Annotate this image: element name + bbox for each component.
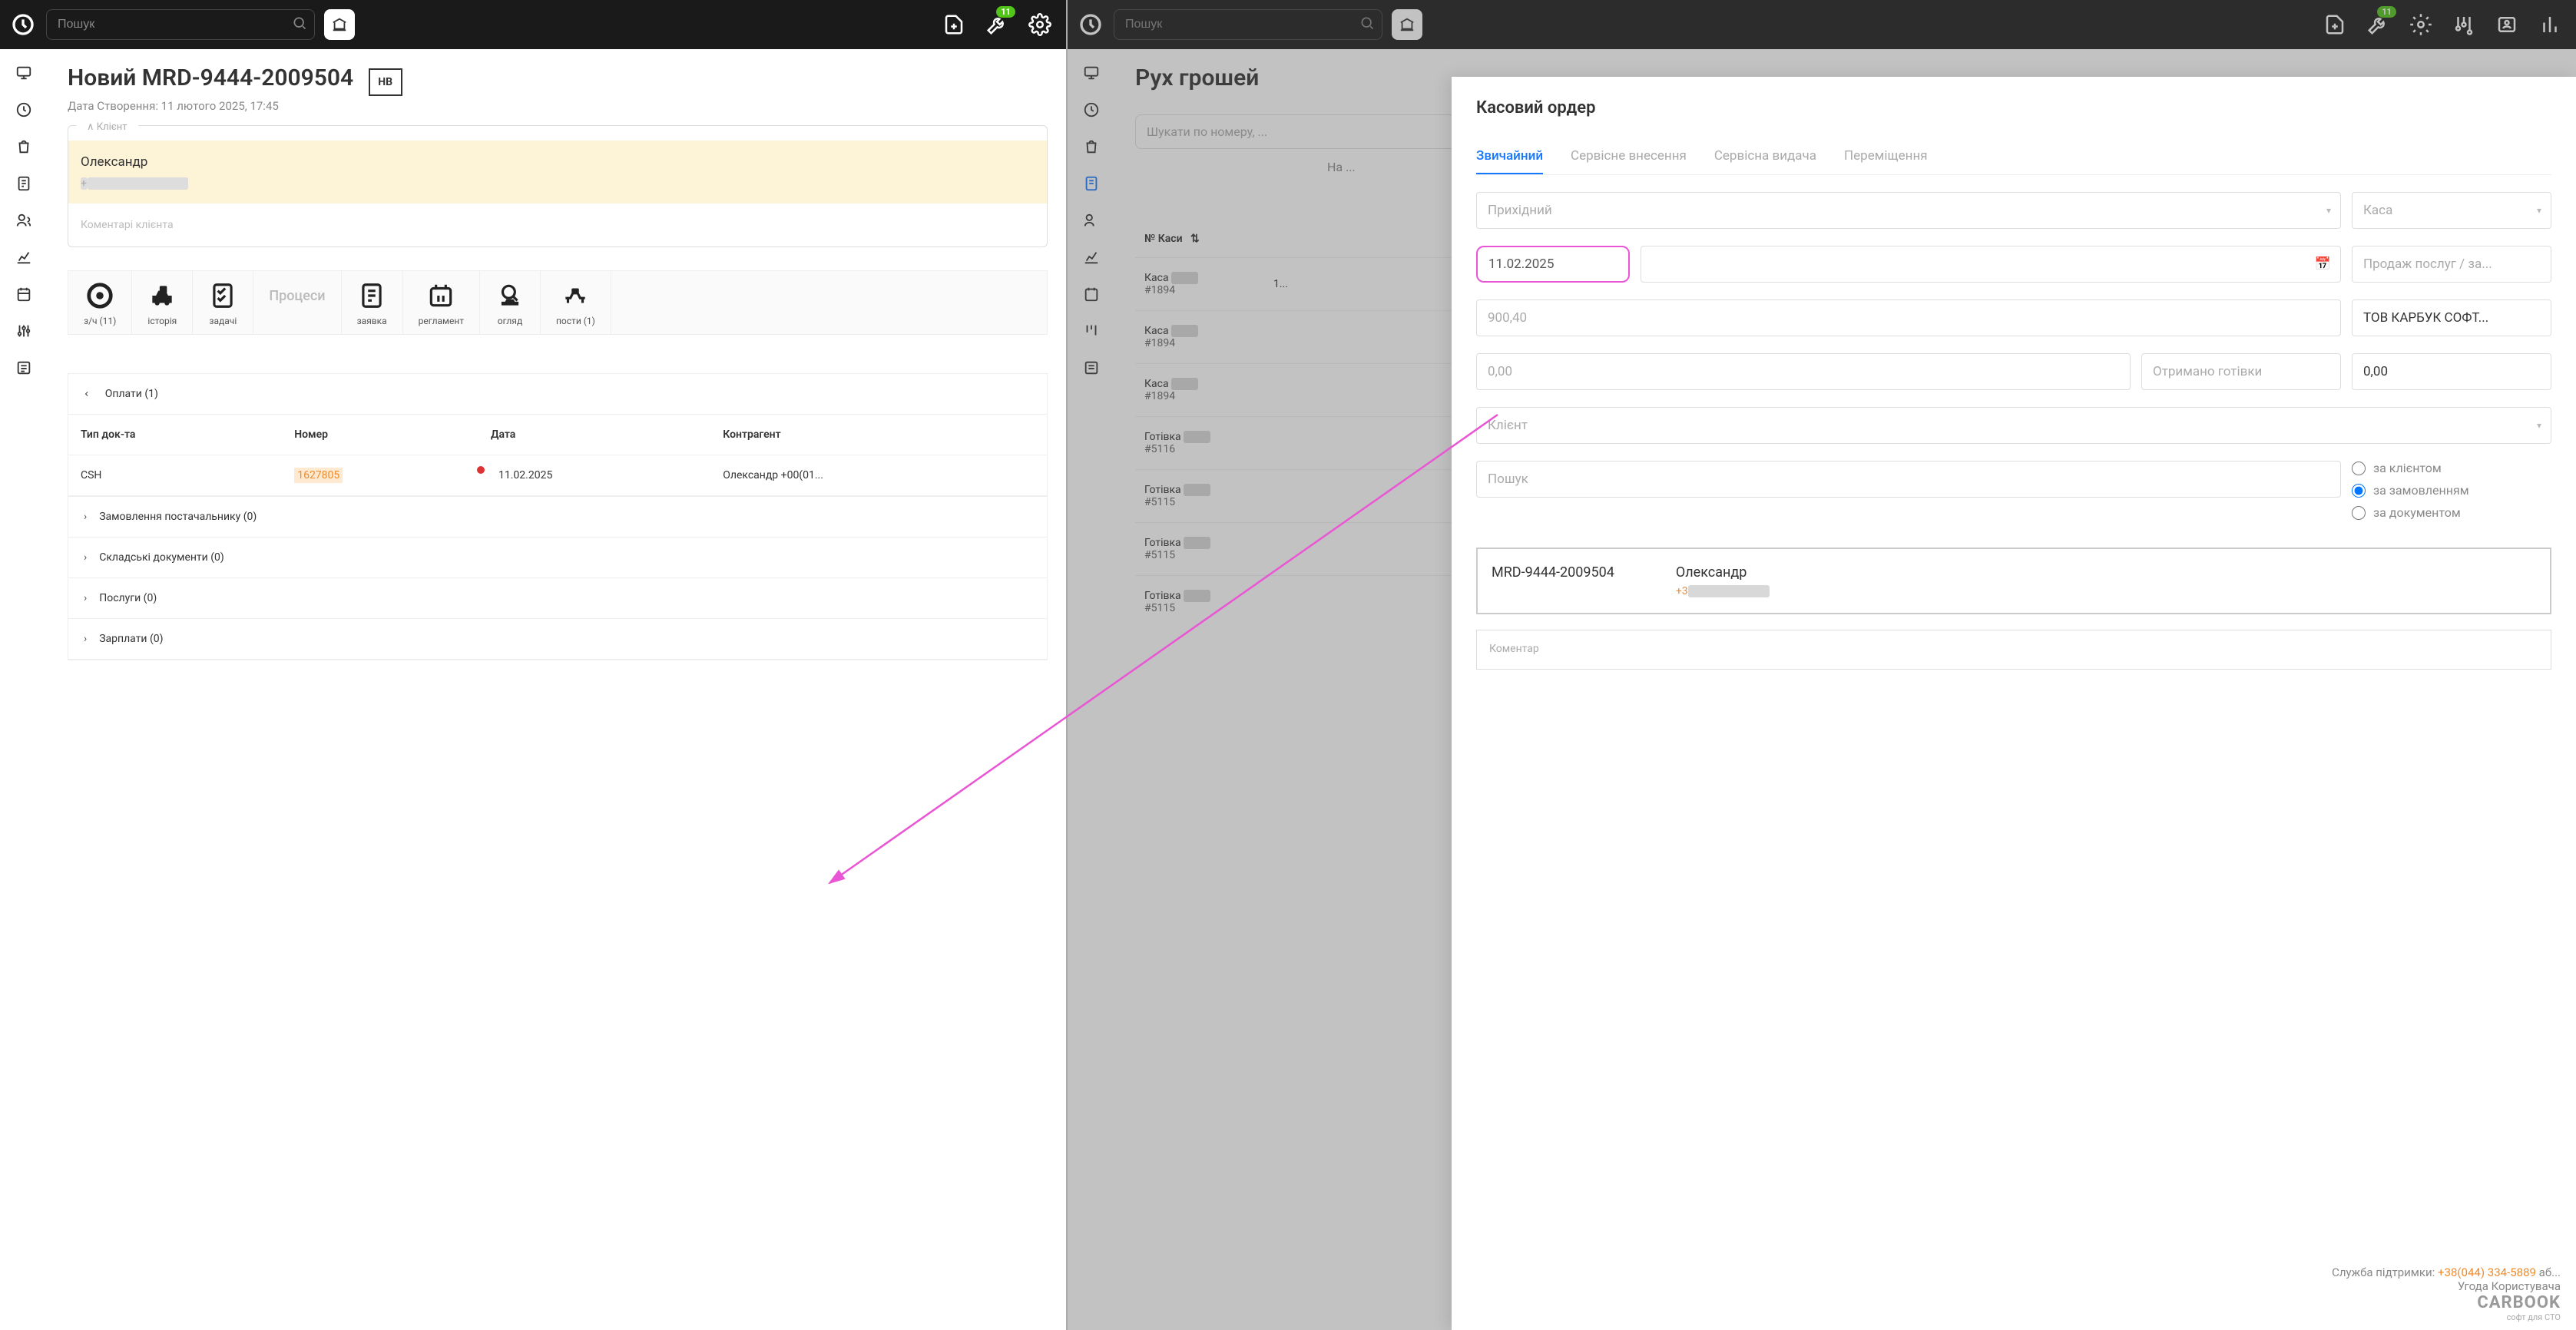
wrench-badge: 11 — [996, 6, 1015, 18]
search-input[interactable] — [46, 9, 315, 40]
cash-select[interactable]: Каса▾ — [2352, 192, 2551, 229]
new-doc-icon[interactable] — [937, 8, 971, 41]
acc-warehouse[interactable]: ›Складські документи (0) — [68, 538, 1047, 578]
created-date: Дата Створення: 11 лютого 2025, 17:45 — [68, 99, 1048, 113]
order-number: MRD-9444-2009504 — [1492, 564, 1614, 597]
client-comments[interactable]: Коментарі клієнта — [68, 203, 1047, 246]
tool-tasks[interactable]: задачі — [193, 271, 253, 334]
list-icon[interactable] — [15, 359, 34, 378]
bag-icon[interactable] — [15, 138, 34, 157]
col-number: Номер — [282, 415, 478, 455]
bank-button[interactable] — [324, 9, 355, 40]
app-logo[interactable] — [9, 11, 37, 38]
radio-by-doc[interactable]: за документом — [2352, 505, 2551, 520]
tool-request[interactable]: заявка — [342, 271, 403, 334]
type-select[interactable]: Прихідний▾ — [1476, 192, 2341, 229]
payments-table: Тип док-та Номер Дата Контрагент CSH 162… — [68, 415, 1047, 496]
gear-icon[interactable] — [1023, 8, 1057, 41]
page-title: Новий MRD-9444-2009504 — [68, 65, 353, 91]
brand-logo: CARBOOK — [2332, 1293, 2561, 1312]
tab-service-in[interactable]: Сервісне внесення — [1571, 148, 1687, 174]
order-client-name: Олександр — [1676, 564, 1770, 581]
acc-salaries[interactable]: ›Зарплати (0) — [68, 619, 1047, 660]
tool-posts[interactable]: пости (1) — [541, 271, 611, 334]
search-icon — [292, 15, 307, 34]
payment-row[interactable]: CSH 1627805 11.02.2025 Олександр +00(01.… — [68, 455, 1047, 496]
client-box: ∧ Клієнт Олександр +00(011) 111 11 10 Ко… — [68, 125, 1048, 247]
company-input[interactable]: ТОВ КАРБУК СОФТ... — [2352, 299, 2551, 336]
wrench-icon[interactable]: 11 — [980, 8, 1014, 41]
zero-input[interactable]: 0,00 — [1476, 353, 2131, 390]
top-bar: 11 — [0, 0, 1066, 49]
order-client-phone: +30(000) 000 00 00 — [1676, 585, 1770, 597]
amount-input[interactable]: 900,40 — [1476, 299, 2341, 336]
annotation-dot — [477, 466, 485, 474]
people-icon[interactable] — [15, 212, 34, 230]
sale-type-input[interactable]: Продаж послуг / за... — [2352, 246, 2551, 283]
doc-number-link[interactable]: 1627805 — [294, 468, 343, 483]
col-date: Дата — [478, 415, 710, 455]
cash-order-modal: Касовий ордер Звичайний Сервісне внесенн… — [1452, 77, 2576, 1330]
client-select[interactable]: Клієнт▾ — [1476, 407, 2551, 444]
tool-processes: Процеси — [253, 271, 341, 334]
left-main: Новий MRD-9444-2009504 НВ Дата Створення… — [49, 49, 1066, 1330]
sliders-icon[interactable] — [15, 323, 34, 341]
client-phone[interactable]: +00(011) 111 11 10 — [81, 177, 1035, 190]
chart-icon[interactable] — [15, 249, 34, 267]
modal-search-input[interactable]: Пошук — [1476, 461, 2341, 498]
radio-by-order[interactable]: за замовленням — [2352, 483, 2551, 498]
tool-strip: з/ч (11) історія задачі Процеси заявка р… — [68, 270, 1048, 335]
brand-tagline: софт для СТО — [2332, 1312, 2561, 1322]
calendar-icon[interactable] — [15, 286, 34, 304]
terms-link[interactable]: Угода Користувача — [2332, 1279, 2561, 1293]
client-name[interactable]: Олександр — [81, 154, 1035, 170]
selected-order[interactable]: MRD-9444-2009504 Олександр +30(000) 000 … — [1476, 548, 2551, 614]
acc-services[interactable]: ›Послуги (0) — [68, 578, 1047, 619]
zero2-input[interactable]: 0,00 — [2352, 353, 2551, 390]
left-sidebar — [0, 49, 49, 1330]
tool-parts[interactable]: з/ч (11) — [68, 271, 132, 334]
report-icon[interactable] — [15, 175, 34, 194]
modal-title: Касовий ордер — [1476, 98, 2551, 117]
radio-by-client[interactable]: за клієнтом — [2352, 461, 2551, 475]
acc-payments[interactable]: ⌄Оплати (1) — [68, 374, 1047, 415]
col-type: Тип док-та — [68, 415, 282, 455]
acc-supplier-orders[interactable]: ›Замовлення постачальнику (0) — [68, 497, 1047, 538]
gauge-icon[interactable] — [15, 101, 34, 120]
tab-transfer[interactable]: Переміщення — [1844, 148, 1928, 174]
tool-inspection[interactable]: огляд — [480, 271, 541, 334]
date-picker-wide[interactable]: 📅 — [1641, 246, 2341, 283]
comment-textarea[interactable]: Коментар — [1476, 630, 2551, 670]
tab-normal[interactable]: Звичайний — [1476, 148, 1543, 174]
received-input[interactable]: Отримано готівки — [2141, 353, 2341, 390]
monitor-icon[interactable] — [15, 65, 34, 83]
tool-history[interactable]: історія — [132, 271, 193, 334]
col-counterparty: Контрагент — [710, 415, 1047, 455]
tool-regulation[interactable]: регламент — [403, 271, 480, 334]
documents-accordion: ⌄Оплати (1) Тип док-та Номер Дата Контра… — [68, 373, 1048, 660]
client-section-label: ∧ Клієнт — [76, 118, 138, 133]
calendar-icon: 📅 — [2315, 256, 2331, 272]
tab-service-out[interactable]: Сервісна видача — [1714, 148, 1816, 174]
status-badge: НВ — [369, 68, 402, 96]
modal-tabs: Звичайний Сервісне внесення Сервісна вид… — [1476, 148, 2551, 175]
support-phone[interactable]: +38(044) 334-5889 — [2438, 1265, 2536, 1279]
date-input[interactable]: 11.02.2025 — [1476, 246, 1630, 283]
footer: Служба підтримки: +38(044) 334-5889 аб..… — [2332, 1265, 2561, 1322]
